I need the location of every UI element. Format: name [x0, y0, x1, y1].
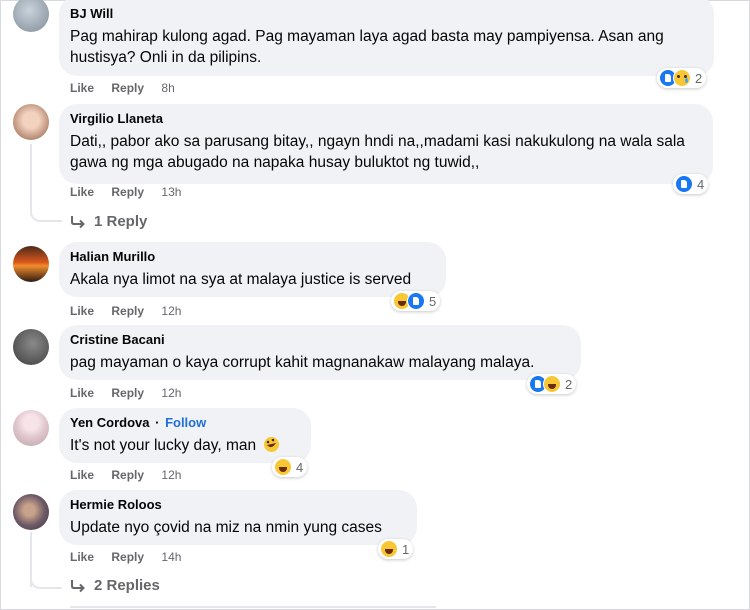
comment-actions: Like Reply 14h	[70, 550, 195, 564]
reply-button[interactable]: Reply	[111, 468, 144, 482]
like-reaction-icon	[407, 292, 425, 310]
reaction-summary[interactable]: 2	[527, 374, 577, 394]
timestamp[interactable]: 8h	[161, 81, 174, 95]
like-button[interactable]: Like	[70, 185, 94, 199]
like-button[interactable]: Like	[70, 81, 94, 95]
reply-arrow-icon	[71, 215, 85, 228]
comment-author[interactable]: BJ Will	[70, 6, 702, 22]
view-replies-link[interactable]: 1 Reply	[70, 213, 147, 230]
comment-text: pag mayaman o kaya corrupt kahit magnana…	[70, 354, 535, 371]
reaction-summary[interactable]: 4	[673, 174, 709, 194]
reaction-summary[interactable]: 4	[272, 457, 308, 477]
timestamp[interactable]: 13h	[161, 185, 181, 199]
reaction-count: 1	[402, 541, 410, 557]
like-button[interactable]: Like	[70, 550, 94, 564]
avatar[interactable]	[13, 329, 49, 365]
like-reaction-icon	[675, 175, 693, 193]
comment-bubble: Halian Murillo Akala nya limot na sya at…	[59, 242, 446, 297]
comment-text: Pag mahirap kulong agad. Pag mayaman lay…	[70, 28, 664, 66]
reaction-summary[interactable]: 2	[657, 68, 707, 88]
view-replies-link[interactable]: 2 Replies	[70, 577, 160, 594]
comment-text: Dati,, pabor ako sa parusang bitay,, nga…	[70, 133, 685, 171]
avatar[interactable]	[13, 104, 49, 140]
reply-button[interactable]: Reply	[111, 304, 144, 318]
timestamp[interactable]: 12h	[161, 468, 181, 482]
reply-button[interactable]: Reply	[111, 81, 144, 95]
reaction-count: 2	[695, 70, 703, 86]
comment-bubble: BJ Will Pag mahirap kulong agad. Pag may…	[59, 0, 714, 76]
comment-author[interactable]: Hermie Roloos	[70, 497, 405, 513]
comment-bubble: Virgilio Llaneta Dati,, pabor ako sa par…	[59, 104, 713, 184]
comment-author[interactable]: Virgilio Llaneta	[70, 111, 701, 127]
replies-label[interactable]: 1 Reply	[94, 213, 147, 230]
reaction-count: 5	[429, 293, 437, 309]
comment-bubble: Yen Cordova · Follow It's not your lucky…	[59, 408, 311, 463]
avatar[interactable]	[13, 0, 49, 32]
comment-author[interactable]: Cristine Bacani	[70, 332, 569, 348]
author-name[interactable]: Yen Cordova	[70, 415, 149, 430]
timestamp[interactable]: 14h	[161, 550, 181, 564]
rolling-laughing-emoji-icon	[264, 437, 280, 452]
avatar[interactable]	[13, 410, 49, 446]
follow-button[interactable]: Follow	[165, 415, 206, 430]
timestamp[interactable]: 12h	[161, 304, 181, 318]
avatar[interactable]	[13, 246, 49, 282]
reply-arrow-icon	[71, 579, 85, 592]
reply-button[interactable]: Reply	[111, 386, 144, 400]
comment-author: Yen Cordova · Follow	[70, 415, 299, 431]
haha-reaction-icon	[543, 375, 561, 393]
thread-connector	[30, 144, 62, 222]
haha-reaction-icon	[380, 540, 398, 558]
haha-reaction-icon	[274, 458, 292, 476]
comment-actions: Like Reply 8h	[70, 81, 189, 95]
comment-author[interactable]: Halian Murillo	[70, 249, 434, 265]
like-button[interactable]: Like	[70, 468, 94, 482]
reaction-count: 4	[296, 459, 304, 475]
thread-connector	[30, 560, 62, 589]
comment-text: Update nyo çovid na miz na nmin yung cas…	[70, 519, 382, 536]
reply-button[interactable]: Reply	[111, 185, 144, 199]
reaction-summary[interactable]: 1	[378, 539, 414, 559]
reaction-summary[interactable]: 5	[391, 291, 441, 311]
comment-actions: Like Reply 12h	[70, 386, 195, 400]
comment-bubble: Hermie Roloos Update nyo çovid na miz na…	[59, 490, 417, 545]
sad-reaction-icon	[673, 69, 691, 87]
comment-text: It's not your lucky day, man	[70, 435, 299, 456]
avatar[interactable]	[13, 494, 49, 530]
comment-text-content: It's not your lucky day, man	[70, 437, 257, 454]
like-button[interactable]: Like	[70, 304, 94, 318]
comment-actions: Like Reply 12h	[70, 304, 195, 318]
comment-text: Akala nya limot na sya at malaya justice…	[70, 271, 412, 288]
comment-actions: Like Reply 12h	[70, 468, 195, 482]
like-button[interactable]: Like	[70, 386, 94, 400]
separator-dot: ·	[155, 415, 160, 430]
timestamp[interactable]: 12h	[161, 386, 181, 400]
comment-actions: Like Reply 13h	[70, 185, 195, 199]
reaction-count: 4	[697, 176, 705, 192]
reply-button[interactable]: Reply	[111, 550, 144, 564]
comment-bubble: Cristine Bacani pag mayaman o kaya corru…	[59, 325, 581, 380]
replies-label[interactable]: 2 Replies	[94, 577, 160, 594]
reaction-count: 2	[565, 376, 573, 392]
next-reply-partial	[70, 606, 436, 608]
